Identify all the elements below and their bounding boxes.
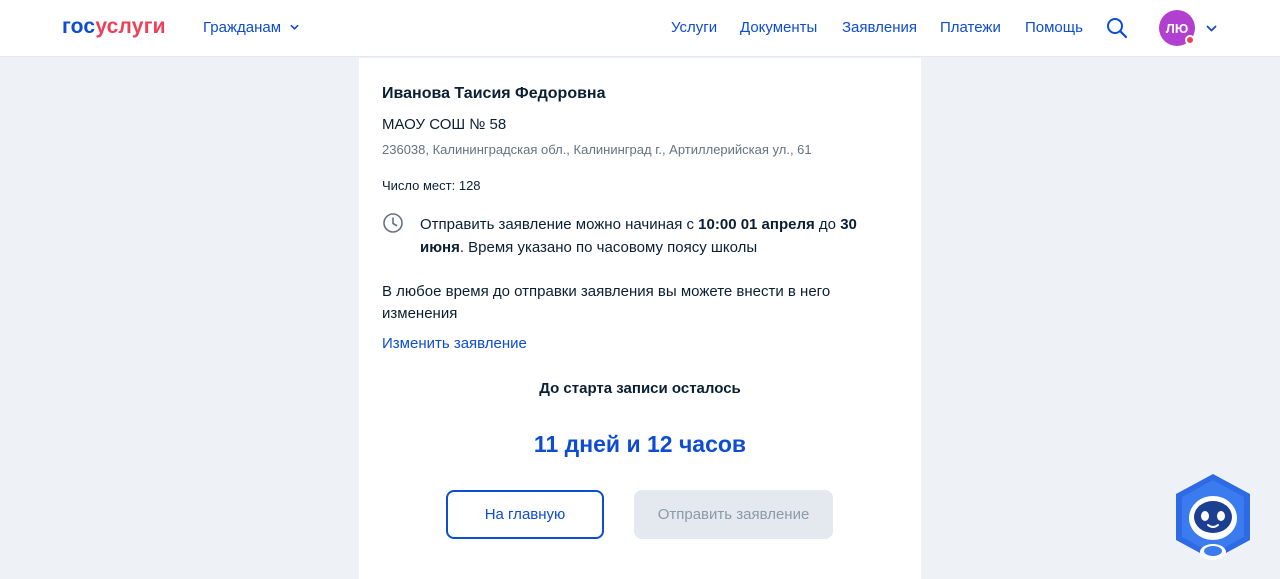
chevron-down-icon[interactable] [1206, 24, 1217, 33]
school-address: 236038, Калининградская обл., Калинингра… [382, 142, 812, 157]
application-card: Иванова Таисия Федоровна МАОУ СОШ № 58 2… [359, 58, 921, 579]
submission-period-notice: Отправить заявление можно начиная с 10:0… [420, 213, 890, 259]
nav-applications[interactable]: Заявления [842, 19, 917, 36]
clock-icon [383, 213, 403, 233]
logo-part-gos: гос [62, 15, 96, 38]
citizens-menu[interactable]: Гражданам [203, 19, 299, 36]
edit-application-link[interactable]: Изменить заявление [382, 335, 527, 352]
top-header: госуслуги Гражданам Услуги Документы Зая… [0, 0, 1280, 57]
notice-text-2: до [814, 216, 841, 233]
notice-text-1: Отправить заявление можно начиная с [420, 216, 699, 233]
logo-part-uslugi: услуги [95, 15, 166, 38]
places-count: Число мест: 128 [382, 178, 481, 193]
changes-info: В любое время до отправки заявления вы м… [382, 283, 831, 322]
nav-documents[interactable]: Документы [740, 19, 817, 36]
notice-start-date: 10:00 01 апреля [698, 216, 815, 233]
applicant-name: Иванова Таисия Федоровна [382, 85, 606, 102]
home-button[interactable]: На главную [446, 490, 604, 539]
nav-payments[interactable]: Платежи [940, 19, 1001, 36]
gosuslugi-logo[interactable]: госуслуги [62, 15, 166, 39]
countdown-label: До старта записи осталось [539, 380, 741, 397]
countdown-value: 11 дней и 12 часов [533, 431, 747, 457]
user-avatar[interactable]: ЛЮ [1159, 10, 1195, 46]
notification-dot [1185, 35, 1195, 45]
robot-assistant-icon[interactable] [1172, 472, 1254, 562]
school-name: МАОУ СОШ № 58 [382, 116, 507, 133]
citizens-menu-label: Гражданам [203, 19, 282, 36]
search-icon[interactable] [1106, 17, 1128, 39]
nav-services[interactable]: Услуги [671, 19, 717, 36]
nav-help[interactable]: Помощь [1025, 19, 1083, 36]
notice-text-3: . Время указано по часовому поясу школы [459, 239, 758, 256]
avatar-initials: ЛЮ [1165, 20, 1189, 36]
send-application-button: Отправить заявление [634, 490, 833, 539]
chevron-down-icon [290, 24, 299, 30]
